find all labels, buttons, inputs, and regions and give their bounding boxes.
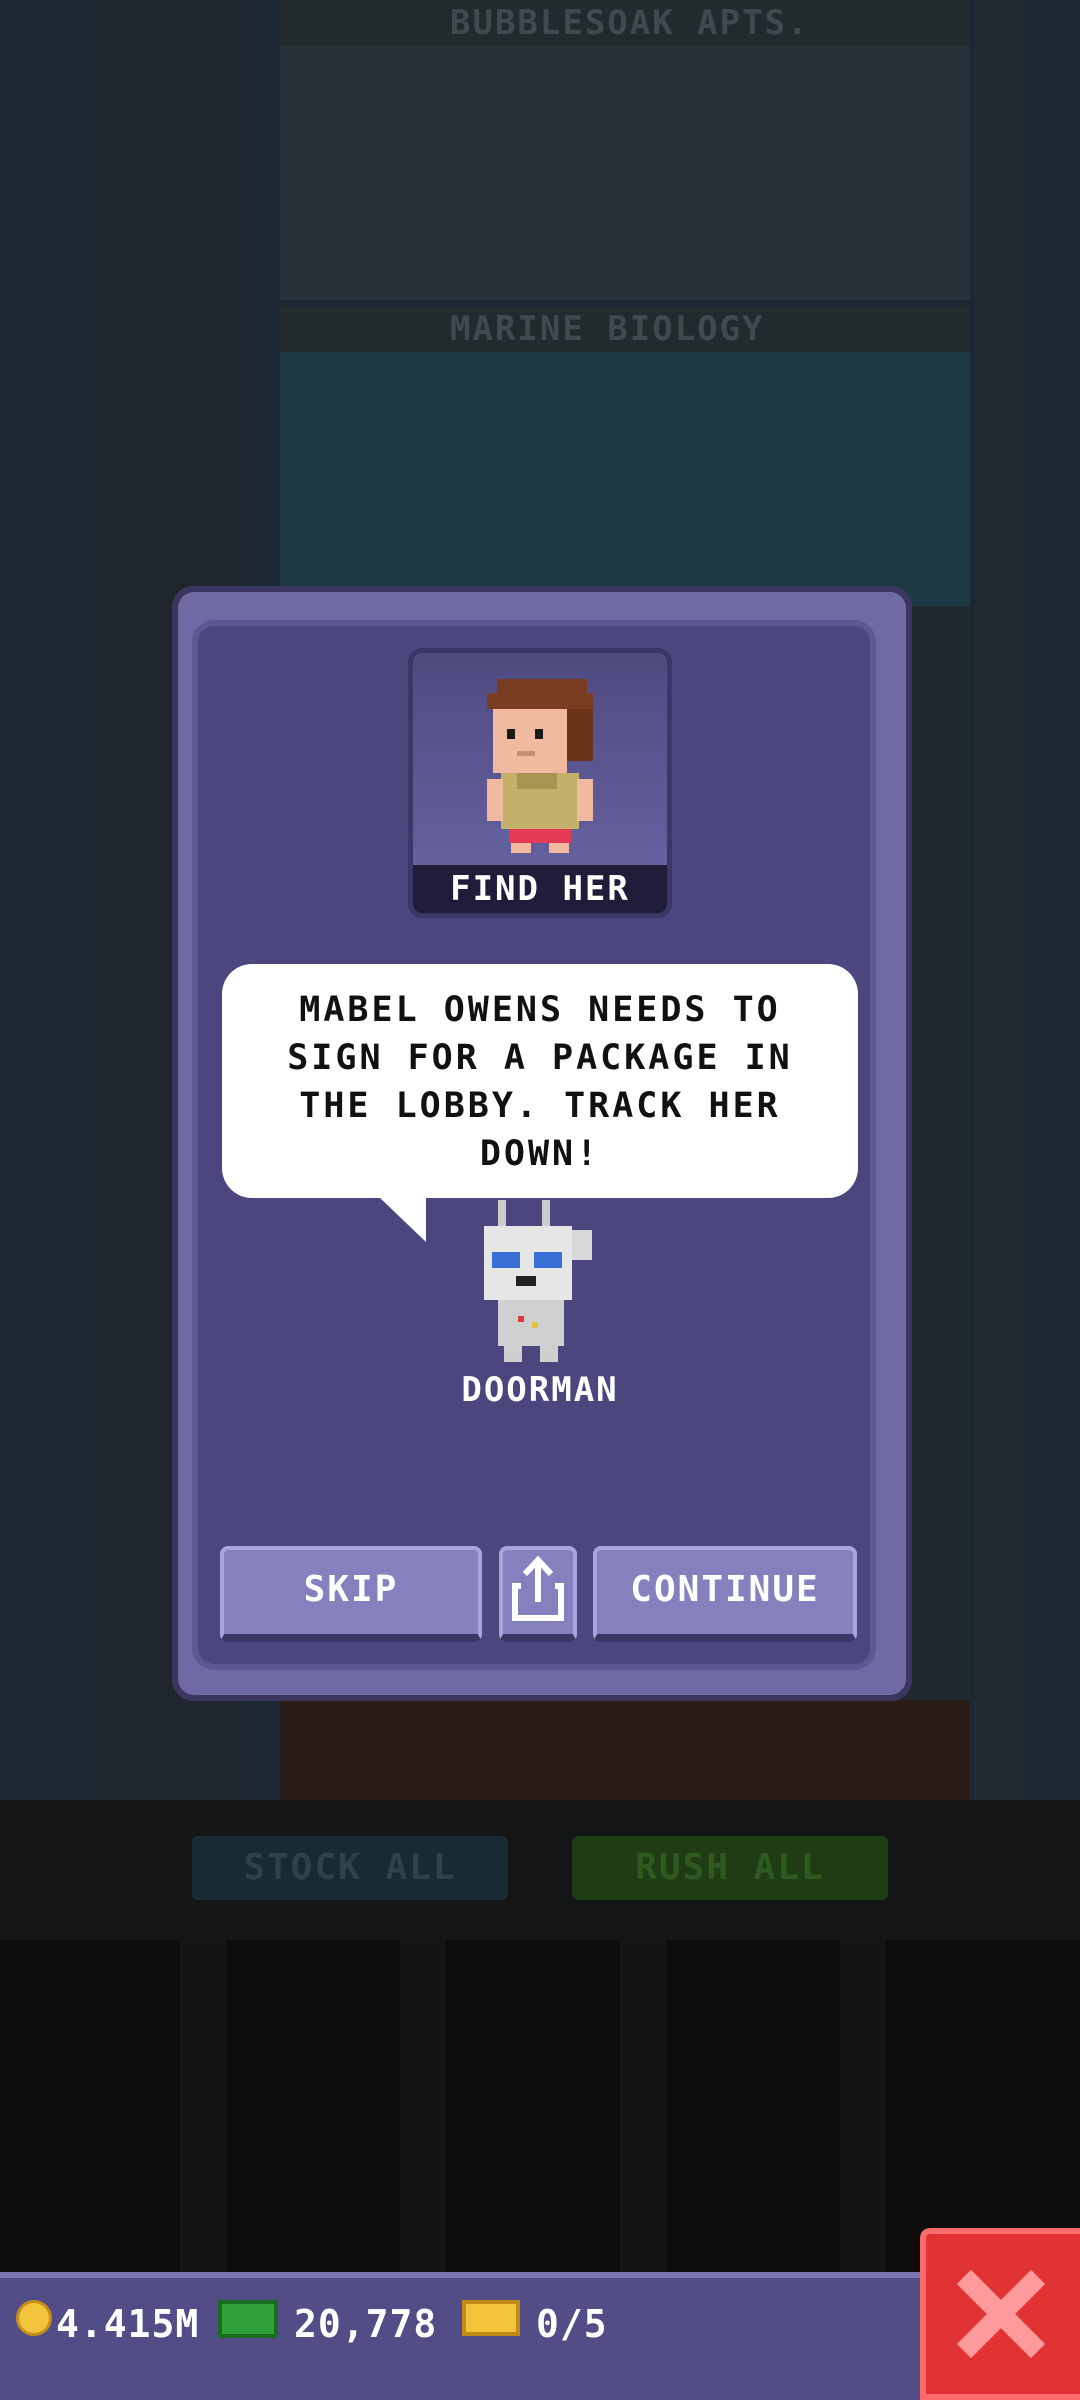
close-button[interactable] xyxy=(920,2228,1080,2400)
floor-title: BUBBLESOAK APTS. xyxy=(280,0,970,46)
share-icon xyxy=(512,1555,564,1621)
tickets-count: 0/5 xyxy=(536,2302,608,2346)
stock-all-button[interactable]: STOCK ALL xyxy=(192,1836,508,1900)
speech-bubble: MABEL OWENS NEEDS TO SIGN FOR A PACKAGE … xyxy=(222,964,858,1198)
basement xyxy=(0,1940,1080,2272)
find-her-label: FIND HER xyxy=(413,865,667,913)
pillar xyxy=(180,1940,226,2272)
speech-bubble-tail xyxy=(378,1196,426,1242)
ticket-icon xyxy=(462,2300,520,2336)
rush-all-button[interactable]: RUSH ALL xyxy=(572,1836,888,1900)
mabel-sprite-icon xyxy=(487,679,593,853)
floor-room xyxy=(280,46,970,300)
doorman-robot-icon xyxy=(484,1200,592,1362)
close-icon xyxy=(956,2269,1046,2359)
bux-count: 20,778 xyxy=(294,2302,438,2346)
floor-title: MARINE BIOLOGY xyxy=(280,306,970,352)
bux-icon xyxy=(218,2300,278,2338)
floor-marine-biology[interactable]: MARINE BIOLOGY xyxy=(280,306,970,606)
skip-button[interactable]: SKIP xyxy=(220,1546,482,1642)
share-button[interactable] xyxy=(499,1546,577,1642)
side-column xyxy=(975,0,1025,1800)
character-portrait: FIND HER xyxy=(408,648,672,918)
pillar xyxy=(840,1940,886,2272)
pillar xyxy=(400,1940,446,2272)
coins-count: 4.415M xyxy=(56,2302,200,2346)
lobby-floor xyxy=(280,1700,970,1800)
speaker-name: DOORMAN xyxy=(461,1370,619,1410)
continue-button[interactable]: CONTINUE xyxy=(593,1546,857,1642)
coin-icon xyxy=(16,2300,52,2336)
floor-room xyxy=(280,352,970,606)
ground-strip xyxy=(0,1800,1080,1940)
floor-bubblesoak[interactable]: BUBBLESOAK APTS. xyxy=(280,0,970,300)
pillar xyxy=(620,1940,666,2272)
